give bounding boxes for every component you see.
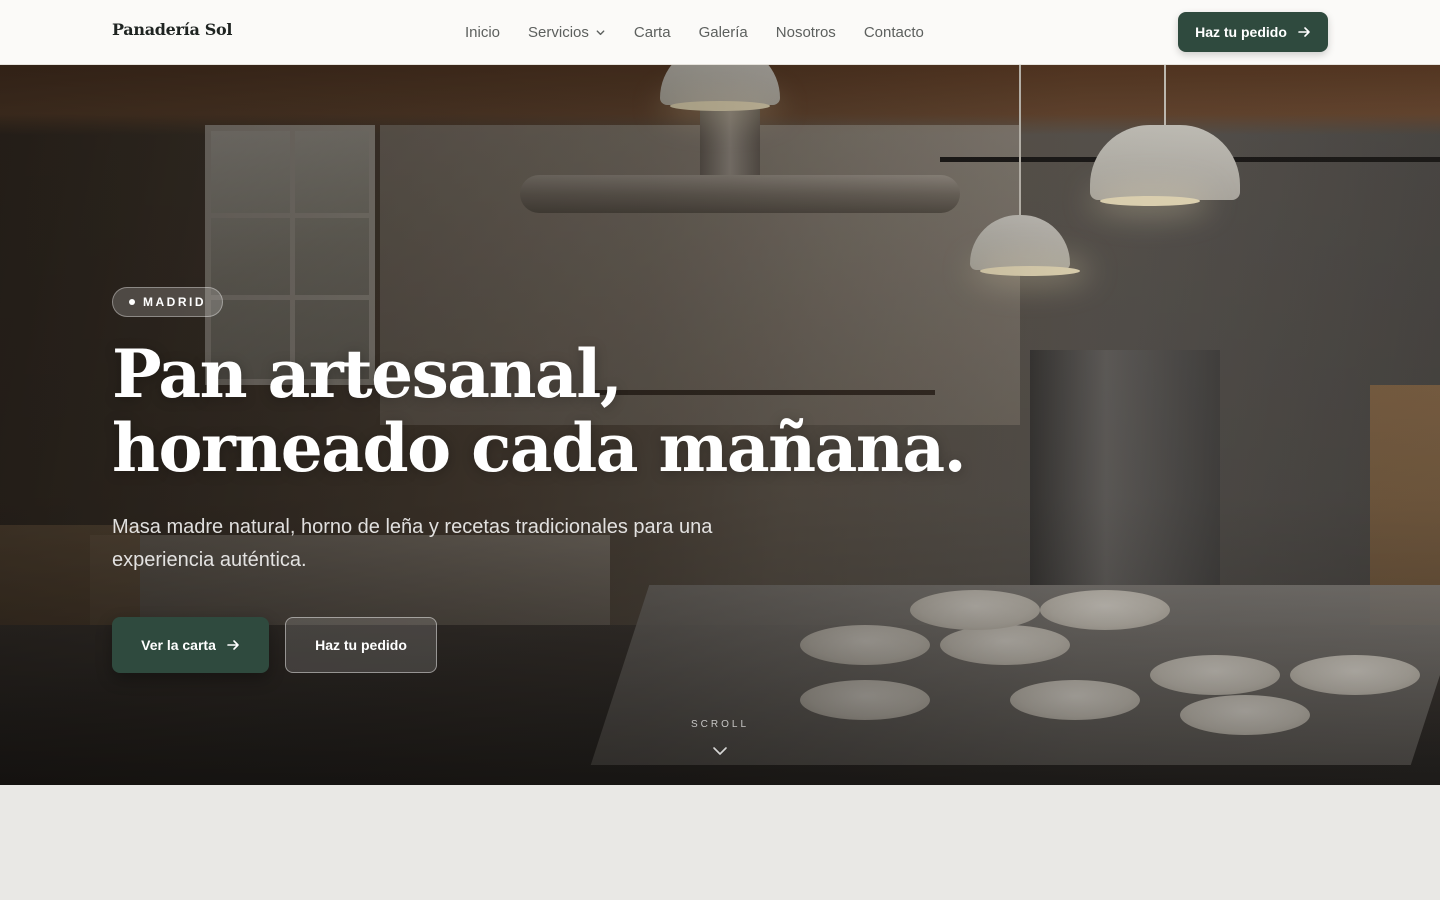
nav-link-carta[interactable]: Carta <box>634 24 671 41</box>
hero-headline-line1: Pan artesanal, <box>112 335 623 413</box>
scroll-label: SCROLL <box>690 719 749 730</box>
hero-headline: Pan artesanal, horneado cada mañana. <box>112 337 1012 485</box>
order-button-label: Haz tu pedido <box>1195 24 1287 40</box>
order-button[interactable]: Haz tu pedido <box>1178 12 1328 52</box>
nav-link-label: Nosotros <box>775 24 836 41</box>
hero-subtitle: Masa madre natural, horno de leña y rece… <box>112 516 713 571</box>
hero-headline-line2: horneado cada mañana. <box>112 409 967 487</box>
nav-link-label: Carta <box>633 24 671 41</box>
location-badge: MADRID <box>112 287 223 317</box>
arrow-right-icon <box>1298 27 1310 37</box>
nav-link-nosotros[interactable]: Nosotros <box>776 24 836 41</box>
nav-link-label: Contacto <box>863 24 924 41</box>
main-menu: Inicio Servicios Carta Galería Nosotros … <box>465 0 924 65</box>
hero-order-button[interactable]: Haz tu pedido <box>285 617 437 673</box>
brand-logo[interactable]: Panadería Sol <box>112 20 232 39</box>
top-navigation: Panadería Sol Inicio Servicios Carta Gal… <box>0 0 1440 65</box>
nav-link-servicios[interactable]: Servicios <box>528 24 606 41</box>
nav-link-label: Inicio <box>465 24 501 41</box>
view-menu-button-label: Ver la carta <box>141 637 216 653</box>
nav-link-inicio[interactable]: Inicio <box>465 24 500 41</box>
dot-icon <box>129 299 135 305</box>
content-section <box>0 785 1440 900</box>
nav-link-contacto[interactable]: Contacto <box>864 24 924 41</box>
hero-order-button-label: Haz tu pedido <box>315 637 407 653</box>
view-menu-button[interactable]: Ver la carta <box>112 617 269 673</box>
nav-link-label: Galería <box>698 24 748 41</box>
nav-link-galeria[interactable]: Galería <box>699 24 748 41</box>
chevron-down-icon <box>596 30 605 36</box>
location-badge-label: MADRID <box>143 295 206 309</box>
hero-section: MADRID Pan artesanal, horneado cada maña… <box>0 65 1440 785</box>
arrow-right-icon <box>227 640 239 650</box>
chevron-down-icon[interactable] <box>712 745 728 757</box>
nav-link-label: Servicios <box>528 24 589 41</box>
